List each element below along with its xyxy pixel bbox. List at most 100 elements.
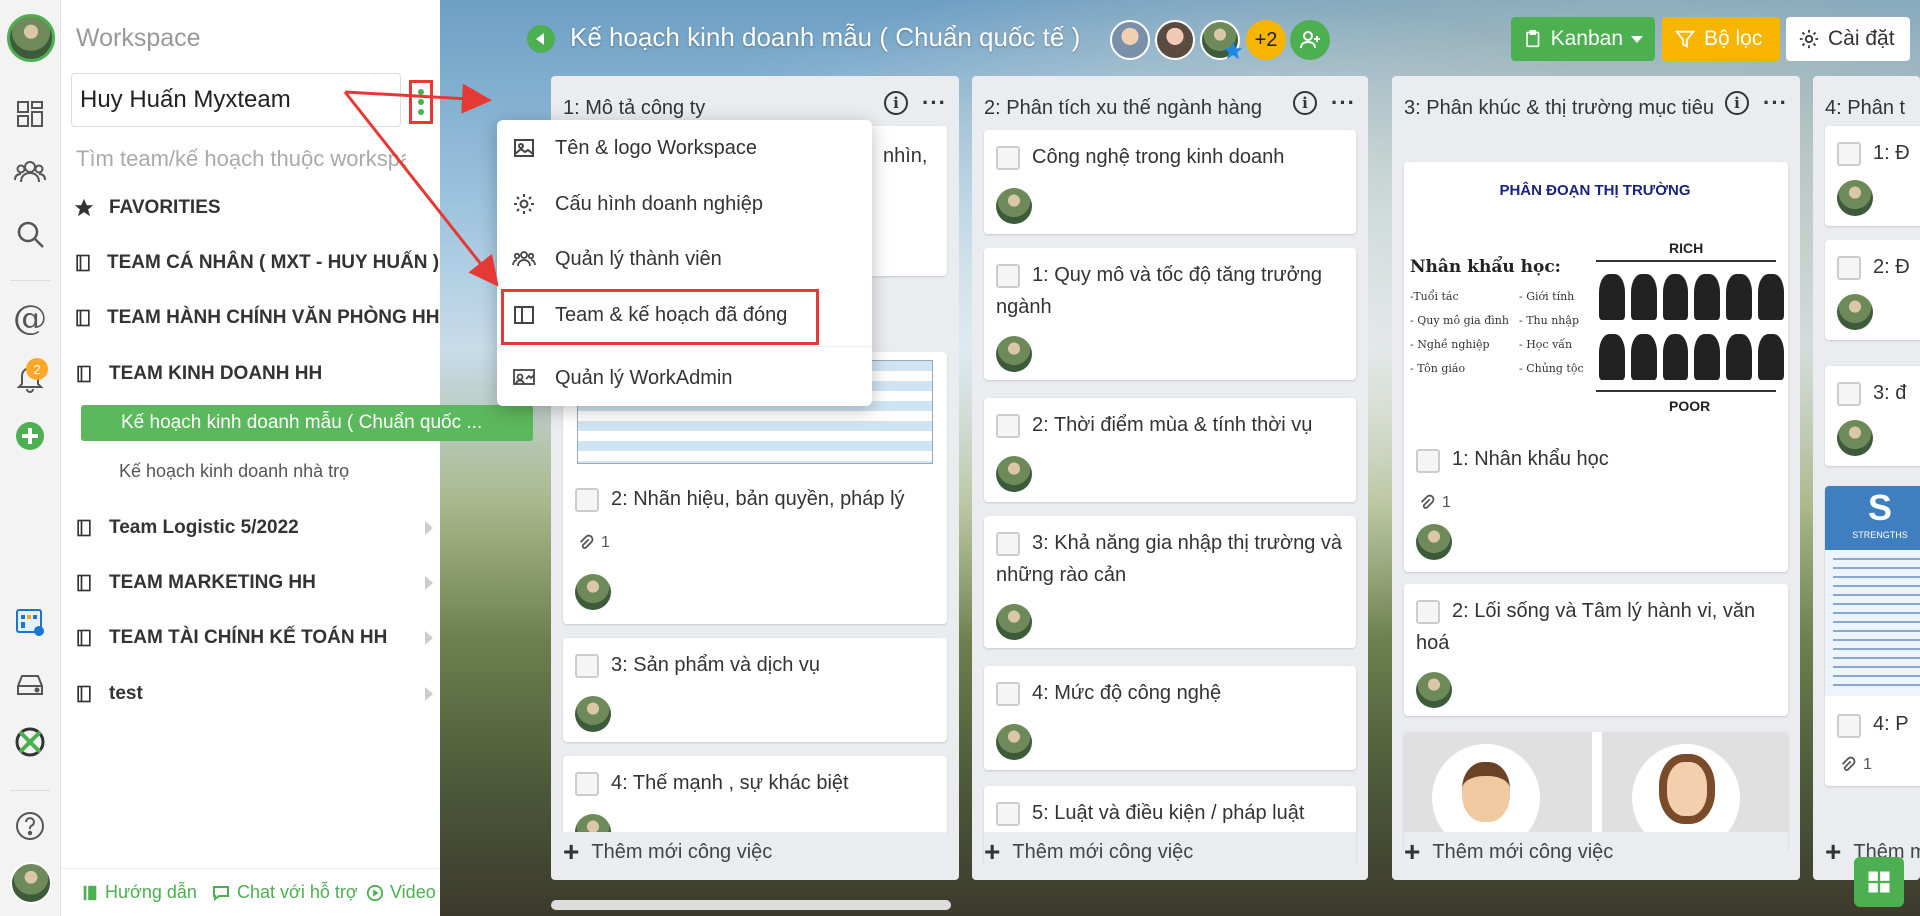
plan-item[interactable]: Kế hoạch kinh doanh nhà trọ [81, 453, 421, 489]
card-assignee-avatar[interactable] [575, 574, 611, 610]
more-members-badge[interactable]: +2 [1246, 20, 1286, 60]
info-icon[interactable]: i [1725, 91, 1750, 115]
card-checkbox[interactable] [996, 146, 1020, 170]
card-assignee-avatar[interactable] [996, 188, 1032, 224]
chevron-right-icon[interactable] [425, 687, 433, 701]
board-horizontal-scrollbar[interactable] [551, 900, 951, 910]
menu-item-workadmin[interactable]: Quản lý WorkAdmin [511, 356, 851, 400]
guide-link[interactable]: Hướng dẫn [81, 882, 197, 903]
task-card[interactable]: 2: Đ [1825, 240, 1920, 340]
task-card[interactable]: 4: Mức độ công nghệ [984, 666, 1356, 770]
task-card[interactable]: 1: Đ [1825, 126, 1920, 226]
card-checkbox[interactable] [996, 682, 1020, 706]
card-checkbox[interactable] [1837, 382, 1861, 406]
task-card[interactable]: 3: Khả năng gia nhập thị trường và những… [984, 516, 1356, 648]
team-item[interactable]: TEAM MARKETING HH [73, 565, 433, 601]
card-assignee-avatar[interactable] [996, 724, 1032, 760]
task-card[interactable]: 3: đ [1825, 366, 1920, 466]
task-card[interactable]: S STRENGTHS 4: P 1 [1825, 486, 1920, 786]
notification-bell-icon[interactable]: 2 [8, 356, 52, 400]
view-switch-button[interactable]: Kanban [1511, 17, 1655, 61]
more-options-icon[interactable]: ··· [922, 90, 947, 116]
chevron-right-icon[interactable] [425, 576, 433, 590]
card-checkbox[interactable] [575, 654, 599, 678]
card-assignee-avatar[interactable] [996, 336, 1032, 372]
member-avatar[interactable] [1155, 20, 1195, 60]
task-card[interactable]: 3: Sản phẩm và dịch vụ [563, 638, 947, 742]
chevron-right-icon[interactable] [425, 521, 433, 535]
card-checkbox[interactable] [996, 802, 1020, 826]
card-assignee-avatar[interactable] [575, 696, 611, 732]
member-avatar[interactable] [1110, 20, 1150, 60]
card-checkbox[interactable] [1837, 142, 1861, 166]
card-assignee-avatar[interactable] [1837, 420, 1873, 456]
user-avatar[interactable] [7, 14, 55, 62]
card-checkbox[interactable] [996, 414, 1020, 438]
settings-button[interactable]: Cài đặt [1786, 17, 1910, 61]
help-icon[interactable] [8, 804, 52, 848]
team-item[interactable]: TEAM TÀI CHÍNH KẾ TOÁN HH [73, 620, 433, 656]
team-label: Team Logistic 5/2022 [109, 517, 299, 538]
task-card[interactable]: 2: Thời điểm mùa & tính thời vụ [984, 398, 1356, 502]
board-title: Kế hoạch kinh doanh mẫu ( Chuẩn quốc tế … [570, 22, 1081, 52]
video-link[interactable]: Video [366, 882, 436, 903]
card-assignee-avatar[interactable] [996, 456, 1032, 492]
menu-item-business-config[interactable]: Cấu hình doanh nghiệp [511, 182, 851, 226]
report-icon[interactable] [8, 600, 52, 644]
plan-item-active[interactable]: Kế hoạch kinh doanh mẫu ( Chuẩn quốc ... [81, 405, 533, 441]
task-card[interactable]: Công nghệ trong kinh doanh [984, 130, 1356, 234]
card-checkbox[interactable] [1416, 449, 1440, 473]
card-assignee-avatar[interactable] [1416, 524, 1452, 560]
team-item[interactable]: TEAM KINH DOANH HH [73, 356, 433, 392]
favorites-section[interactable]: FAVORITIES [73, 190, 433, 226]
add-task-button[interactable]: + Thêm mới công việc [563, 832, 947, 872]
add-task-button[interactable]: + Thêm mới công việc [1404, 832, 1788, 872]
workspace-name-field[interactable]: Huy Huấn Myxteam [71, 73, 401, 127]
card-checkbox[interactable] [575, 488, 599, 512]
add-task-button[interactable]: + Thêm mới công việc [984, 832, 1356, 872]
team-search-input[interactable]: Tìm team/kế hoạch thuộc workspace... [76, 146, 406, 172]
task-card[interactable]: 1: Quy mô và tốc độ tăng trưởng ngành [984, 248, 1356, 380]
team-item[interactable]: TEAM HÀNH CHÍNH VĂN PHÒNG HH [73, 300, 440, 336]
info-icon[interactable]: i [1293, 91, 1318, 115]
card-checkbox[interactable] [1837, 256, 1861, 280]
storage-icon[interactable] [8, 662, 52, 706]
menu-item-label: Tên & logo Workspace [555, 136, 757, 159]
filter-button[interactable]: Bộ lọc [1662, 17, 1780, 61]
image-list-item: - Giới tính [1519, 290, 1575, 303]
add-icon[interactable] [8, 414, 52, 458]
mention-icon[interactable]: @ [8, 296, 52, 340]
bottom-user-avatar[interactable] [10, 862, 52, 904]
add-member-button[interactable] [1290, 20, 1330, 60]
favorites-label: FAVORITIES [109, 197, 221, 218]
search-icon[interactable] [8, 212, 52, 256]
members-icon[interactable] [8, 150, 52, 194]
card-checkbox[interactable] [1837, 714, 1861, 738]
card-assignee-avatar[interactable] [1837, 180, 1873, 216]
info-icon[interactable]: i [884, 91, 909, 115]
collapse-sidebar-button[interactable] [527, 25, 555, 53]
more-options-icon[interactable]: ··· [1763, 90, 1788, 116]
myxteam-logo-icon[interactable] [8, 720, 52, 764]
card-checkbox[interactable] [575, 772, 599, 796]
image-list-item: - Thu nhập [1519, 314, 1579, 327]
menu-item-member-management[interactable]: Quản lý thành viên [511, 237, 851, 281]
card-title: 3: đ [1873, 382, 1907, 404]
team-item[interactable]: test [73, 676, 433, 712]
task-card[interactable]: 2: Lối sống và Tâm lý hành vi, văn hoá [1404, 584, 1788, 716]
apps-grid-button[interactable] [1854, 857, 1904, 907]
workspace-menu-button[interactable] [409, 80, 433, 124]
chevron-right-icon[interactable] [425, 631, 433, 645]
dashboard-icon[interactable] [8, 92, 52, 136]
task-card[interactable]: PHÂN ĐOẠN THỊ TRƯỜNG Nhân khẩu học: -Tuổ… [1404, 162, 1788, 572]
card-title: nhìn, [883, 145, 928, 167]
card-assignee-avatar[interactable] [996, 604, 1032, 640]
card-assignee-avatar[interactable] [1416, 672, 1452, 708]
menu-item-workspace-logo[interactable]: Tên & logo Workspace [511, 126, 851, 170]
more-options-icon[interactable]: ··· [1331, 90, 1356, 116]
team-item[interactable]: Team Logistic 5/2022 [73, 510, 433, 546]
support-chat-link[interactable]: Chat với hỗ trợ [211, 882, 358, 903]
task-card[interactable]: 4: Thế mạnh , sự khác biệt [563, 756, 947, 836]
team-item[interactable]: TEAM CÁ NHÂN ( MXT - HUY HUẤN ) [73, 245, 439, 281]
card-assignee-avatar[interactable] [1837, 294, 1873, 330]
